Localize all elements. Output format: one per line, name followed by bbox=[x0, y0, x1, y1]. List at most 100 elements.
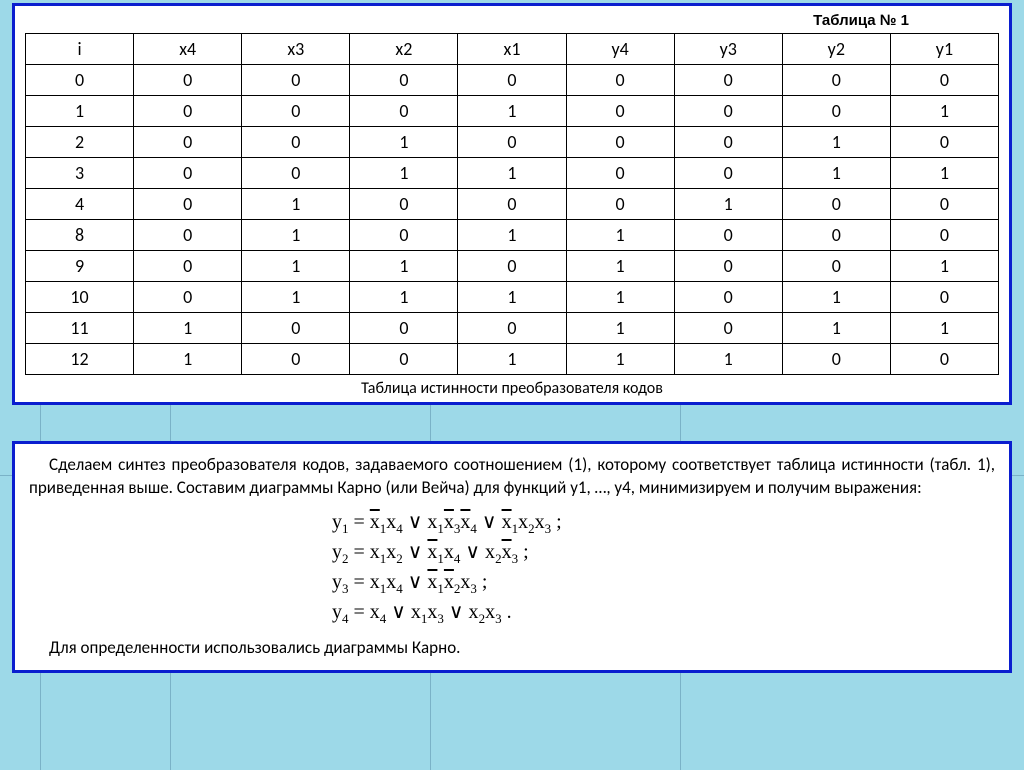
table-cell: 0 bbox=[26, 65, 134, 96]
table-cell: 0 bbox=[890, 189, 998, 220]
table-cell: 0 bbox=[134, 251, 242, 282]
table-header-cell: x1 bbox=[458, 34, 566, 65]
table-cell: 1 bbox=[242, 220, 350, 251]
table-cell: 0 bbox=[566, 96, 674, 127]
table-cell: 1 bbox=[566, 344, 674, 375]
formula-y1: y1 = x1x4 ∨ x1x3x4 ∨ x1x2x3 ; bbox=[332, 508, 692, 538]
table-header-cell: y4 bbox=[566, 34, 674, 65]
table-cell: 0 bbox=[134, 189, 242, 220]
table-cell: 1 bbox=[782, 282, 890, 313]
table-cell: 0 bbox=[350, 96, 458, 127]
table-cell: 0 bbox=[350, 220, 458, 251]
explanation-panel: Сделаем синтез преобразователя кодов, за… bbox=[12, 441, 1012, 673]
table-cell: 1 bbox=[890, 158, 998, 189]
table-cell: 0 bbox=[890, 65, 998, 96]
table-row: 000000000 bbox=[26, 65, 999, 96]
table-cell: 1 bbox=[890, 96, 998, 127]
table-cell: 0 bbox=[782, 220, 890, 251]
table-cell: 0 bbox=[242, 158, 350, 189]
table-cell: 1 bbox=[350, 251, 458, 282]
table-cell: 0 bbox=[566, 127, 674, 158]
truth-table: ix4x3x2x1y4y3y2y1 0000000001000100012001… bbox=[25, 33, 999, 375]
table-cell: 1 bbox=[566, 282, 674, 313]
table-header-cell: x4 bbox=[134, 34, 242, 65]
table-header-cell: x2 bbox=[350, 34, 458, 65]
table-cell: 0 bbox=[674, 158, 782, 189]
table-cell: 1 bbox=[890, 251, 998, 282]
table-cell: 0 bbox=[134, 65, 242, 96]
table-cell: 0 bbox=[674, 127, 782, 158]
table-cell: 0 bbox=[350, 344, 458, 375]
table-cell: 1 bbox=[458, 96, 566, 127]
table-cell: 0 bbox=[782, 344, 890, 375]
table-cell: 1 bbox=[782, 127, 890, 158]
formula-y4: y4 = x4 ∨ x1x3 ∨ x2x3 . bbox=[332, 598, 692, 628]
table-cell: 0 bbox=[242, 96, 350, 127]
table-cell: 11 bbox=[26, 313, 134, 344]
table-title: Таблица № 1 bbox=[25, 12, 999, 33]
table-cell: 0 bbox=[674, 282, 782, 313]
table-cell: 0 bbox=[674, 65, 782, 96]
table-cell: 1 bbox=[458, 344, 566, 375]
table-cell: 1 bbox=[566, 251, 674, 282]
table-cell: 1 bbox=[674, 189, 782, 220]
table-cell: 0 bbox=[350, 65, 458, 96]
table-cell: 9 bbox=[26, 251, 134, 282]
table-cell: 0 bbox=[242, 127, 350, 158]
table-header-cell: y1 bbox=[890, 34, 998, 65]
table-cell: 0 bbox=[134, 127, 242, 158]
table-cell: 1 bbox=[26, 96, 134, 127]
table-row: 100010001 bbox=[26, 96, 999, 127]
table-cell: 0 bbox=[458, 251, 566, 282]
table-cell: 0 bbox=[350, 313, 458, 344]
table-cell: 0 bbox=[890, 344, 998, 375]
table-cell: 0 bbox=[782, 96, 890, 127]
table-cell: 0 bbox=[566, 158, 674, 189]
table-cell: 0 bbox=[134, 158, 242, 189]
table-cell: 12 bbox=[26, 344, 134, 375]
table-row: 1210011100 bbox=[26, 344, 999, 375]
table-header-cell: i bbox=[26, 34, 134, 65]
table-row: 801011000 bbox=[26, 220, 999, 251]
table-header-cell: x3 bbox=[242, 34, 350, 65]
table-cell: 1 bbox=[458, 282, 566, 313]
paragraph-2: Для определенности использовались диагра… bbox=[29, 637, 995, 660]
table-cell: 0 bbox=[458, 313, 566, 344]
table-cell: 1 bbox=[350, 127, 458, 158]
table-cell: 0 bbox=[782, 251, 890, 282]
table-cell: 0 bbox=[242, 65, 350, 96]
table-cell: 0 bbox=[566, 189, 674, 220]
table-cell: 1 bbox=[134, 344, 242, 375]
table-row: 1001111010 bbox=[26, 282, 999, 313]
table-cell: 0 bbox=[674, 96, 782, 127]
table-cell: 1 bbox=[566, 220, 674, 251]
table-row: 901101001 bbox=[26, 251, 999, 282]
table-cell: 0 bbox=[350, 189, 458, 220]
table-cell: 0 bbox=[890, 282, 998, 313]
table-cell: 1 bbox=[242, 189, 350, 220]
table-cell: 1 bbox=[566, 313, 674, 344]
table-cell: 1 bbox=[458, 220, 566, 251]
table-cell: 3 bbox=[26, 158, 134, 189]
table-cell: 0 bbox=[674, 251, 782, 282]
formula-y3: y3 = x1x4 ∨ x1x2x3 ; bbox=[332, 568, 692, 598]
table-cell: 0 bbox=[134, 220, 242, 251]
table-cell: 0 bbox=[458, 127, 566, 158]
table-cell: 1 bbox=[350, 282, 458, 313]
boolean-formulas: y1 = x1x4 ∨ x1x3x4 ∨ x1x2x3 ; y2 = x1x2 … bbox=[332, 508, 692, 629]
table-cell: 0 bbox=[134, 96, 242, 127]
table-cell: 0 bbox=[242, 344, 350, 375]
table-cell: 10 bbox=[26, 282, 134, 313]
table-row: 401000100 bbox=[26, 189, 999, 220]
table-cell: 1 bbox=[134, 313, 242, 344]
table-cell: 0 bbox=[134, 282, 242, 313]
table-cell: 1 bbox=[242, 282, 350, 313]
table-cell: 1 bbox=[458, 158, 566, 189]
table-row: 200100010 bbox=[26, 127, 999, 158]
table-cell: 0 bbox=[674, 220, 782, 251]
table-cell: 4 bbox=[26, 189, 134, 220]
table-cell: 1 bbox=[782, 313, 890, 344]
table-cell: 0 bbox=[566, 65, 674, 96]
table-cell: 0 bbox=[458, 189, 566, 220]
table-cell: 0 bbox=[782, 189, 890, 220]
